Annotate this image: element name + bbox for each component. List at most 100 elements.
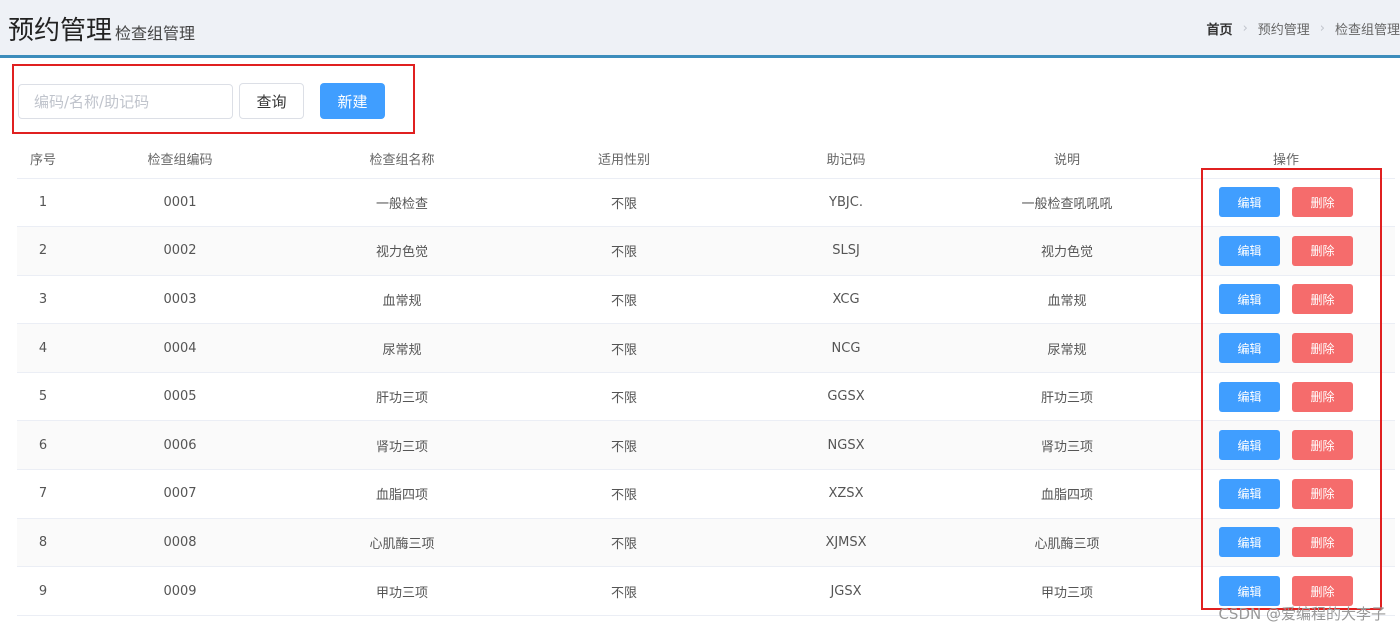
cell-code: 0008 — [69, 518, 291, 568]
cell-index: 9 — [17, 566, 69, 616]
cell-code: 0004 — [69, 323, 291, 373]
breadcrumb-appointment[interactable]: 预约管理 — [1258, 19, 1310, 38]
cell-mnemonic: SLSJ — [735, 226, 957, 276]
cell-actions: 编辑 删除 — [1177, 275, 1395, 325]
query-button[interactable]: 查询 — [239, 83, 304, 119]
column-header-mnemonic: 助记码 — [735, 140, 957, 179]
cell-mnemonic: XJMSX — [735, 518, 957, 568]
table-row: 6 0006 肾功三项 不限 NGSX 肾功三项 编辑 删除 — [17, 420, 1395, 471]
edit-button[interactable]: 编辑 — [1219, 333, 1280, 364]
chevron-right-icon: › — [1319, 21, 1325, 36]
checkgroup-table: 序号 检查组编码 检查组名称 适用性别 助记码 说明 操作 1 0001 一般检… — [17, 140, 1395, 616]
column-header-remark: 说明 — [957, 140, 1177, 179]
cell-index: 1 — [17, 178, 69, 228]
cell-remark: 一般检查吼吼吼 — [957, 178, 1177, 228]
breadcrumb: 首页 › 预约管理 › 检查组管理 — [1207, 19, 1400, 38]
page-title: 预约管理 — [8, 16, 113, 46]
cell-mnemonic: NCG — [735, 323, 957, 373]
cell-remark: 甲功三项 — [957, 566, 1177, 616]
cell-remark: 血脂四项 — [957, 469, 1177, 519]
table-row: 3 0003 血常规 不限 XCG 血常规 编辑 删除 — [17, 275, 1395, 325]
edit-button[interactable]: 编辑 — [1219, 235, 1280, 266]
watermark: CSDN @爱编程的大李子 — [1218, 605, 1386, 623]
delete-button[interactable]: 删除 — [1292, 333, 1353, 364]
cell-remark: 肝功三项 — [957, 372, 1177, 422]
breadcrumb-checkgroup: 检查组管理 — [1334, 23, 1400, 38]
search-input[interactable] — [18, 84, 233, 119]
delete-button[interactable]: 删除 — [1292, 284, 1353, 315]
table-row: 2 0002 视力色觉 不限 SLSJ 视力色觉 编辑 删除 — [17, 226, 1395, 276]
cell-remark: 尿常规 — [957, 323, 1177, 373]
cell-remark: 肾功三项 — [957, 420, 1177, 471]
cell-name: 甲功三项 — [291, 566, 513, 616]
cell-actions: 编辑 删除 — [1177, 372, 1395, 422]
cell-actions: 编辑 删除 — [1177, 518, 1395, 568]
cell-code: 0009 — [69, 566, 291, 616]
cell-gender: 不限 — [513, 372, 735, 422]
table-header-row: 序号 检查组编码 检查组名称 适用性别 助记码 说明 操作 — [17, 140, 1395, 179]
cell-code: 0006 — [69, 420, 291, 471]
cell-name: 心肌酶三项 — [291, 518, 513, 568]
cell-name: 肝功三项 — [291, 372, 513, 422]
cell-name: 血脂四项 — [291, 469, 513, 519]
cell-index: 6 — [17, 420, 69, 471]
cell-actions: 编辑 删除 — [1177, 178, 1395, 228]
delete-button[interactable]: 删除 — [1292, 478, 1353, 509]
cell-mnemonic: XZSX — [735, 469, 957, 519]
cell-index: 8 — [17, 518, 69, 568]
cell-gender: 不限 — [513, 275, 735, 325]
edit-button[interactable]: 编辑 — [1219, 527, 1280, 558]
delete-button[interactable]: 删除 — [1292, 576, 1353, 607]
new-button[interactable]: 新建 — [320, 83, 385, 119]
page-header: 预约管理 检查组管理 首页 › 预约管理 › 检查组管理 — [0, 0, 1400, 58]
cell-gender: 不限 — [513, 566, 735, 616]
edit-button[interactable]: 编辑 — [1219, 576, 1280, 607]
column-header-index: 序号 — [17, 140, 69, 179]
breadcrumb-home[interactable]: 首页 — [1207, 19, 1233, 38]
cell-name: 尿常规 — [291, 323, 513, 373]
cell-remark: 心肌酶三项 — [957, 518, 1177, 568]
table-row: 8 0008 心肌酶三项 不限 XJMSX 心肌酶三项 编辑 删除 — [17, 518, 1395, 568]
cell-gender: 不限 — [513, 420, 735, 471]
column-header-name: 检查组名称 — [291, 140, 513, 179]
cell-actions: 编辑 删除 — [1177, 469, 1395, 519]
cell-code: 0007 — [69, 469, 291, 519]
edit-button[interactable]: 编辑 — [1219, 284, 1280, 315]
cell-gender: 不限 — [513, 518, 735, 568]
page-subtitle: 检查组管理 — [115, 24, 196, 43]
cell-code: 0003 — [69, 275, 291, 325]
cell-actions: 编辑 删除 — [1177, 323, 1395, 373]
column-header-actions: 操作 — [1177, 140, 1395, 179]
cell-index: 7 — [17, 469, 69, 519]
delete-button[interactable]: 删除 — [1292, 527, 1353, 558]
delete-button[interactable]: 删除 — [1292, 187, 1353, 218]
table-row: 7 0007 血脂四项 不限 XZSX 血脂四项 编辑 删除 — [17, 469, 1395, 519]
cell-mnemonic: YBJC. — [735, 178, 957, 228]
cell-mnemonic: JGSX — [735, 566, 957, 616]
cell-gender: 不限 — [513, 226, 735, 276]
edit-button[interactable]: 编辑 — [1219, 187, 1280, 218]
cell-name: 肾功三项 — [291, 420, 513, 471]
cell-mnemonic: NGSX — [735, 420, 957, 471]
chevron-right-icon: › — [1242, 21, 1248, 36]
cell-index: 4 — [17, 323, 69, 373]
delete-button[interactable]: 删除 — [1292, 430, 1353, 461]
edit-button[interactable]: 编辑 — [1219, 430, 1280, 461]
delete-button[interactable]: 删除 — [1292, 381, 1353, 412]
cell-name: 血常规 — [291, 275, 513, 325]
edit-button[interactable]: 编辑 — [1219, 381, 1280, 412]
table-row: 4 0004 尿常规 不限 NCG 尿常规 编辑 删除 — [17, 323, 1395, 373]
cell-remark: 血常规 — [957, 275, 1177, 325]
cell-code: 0002 — [69, 226, 291, 276]
cell-actions: 编辑 删除 — [1177, 226, 1395, 276]
column-header-code: 检查组编码 — [69, 140, 291, 179]
cell-name: 视力色觉 — [291, 226, 513, 276]
cell-mnemonic: GGSX — [735, 372, 957, 422]
table-row: 9 0009 甲功三项 不限 JGSX 甲功三项 编辑 删除 — [17, 566, 1395, 616]
edit-button[interactable]: 编辑 — [1219, 478, 1280, 509]
cell-index: 2 — [17, 226, 69, 276]
delete-button[interactable]: 删除 — [1292, 235, 1353, 266]
cell-gender: 不限 — [513, 323, 735, 373]
cell-gender: 不限 — [513, 178, 735, 228]
cell-remark: 视力色觉 — [957, 226, 1177, 276]
